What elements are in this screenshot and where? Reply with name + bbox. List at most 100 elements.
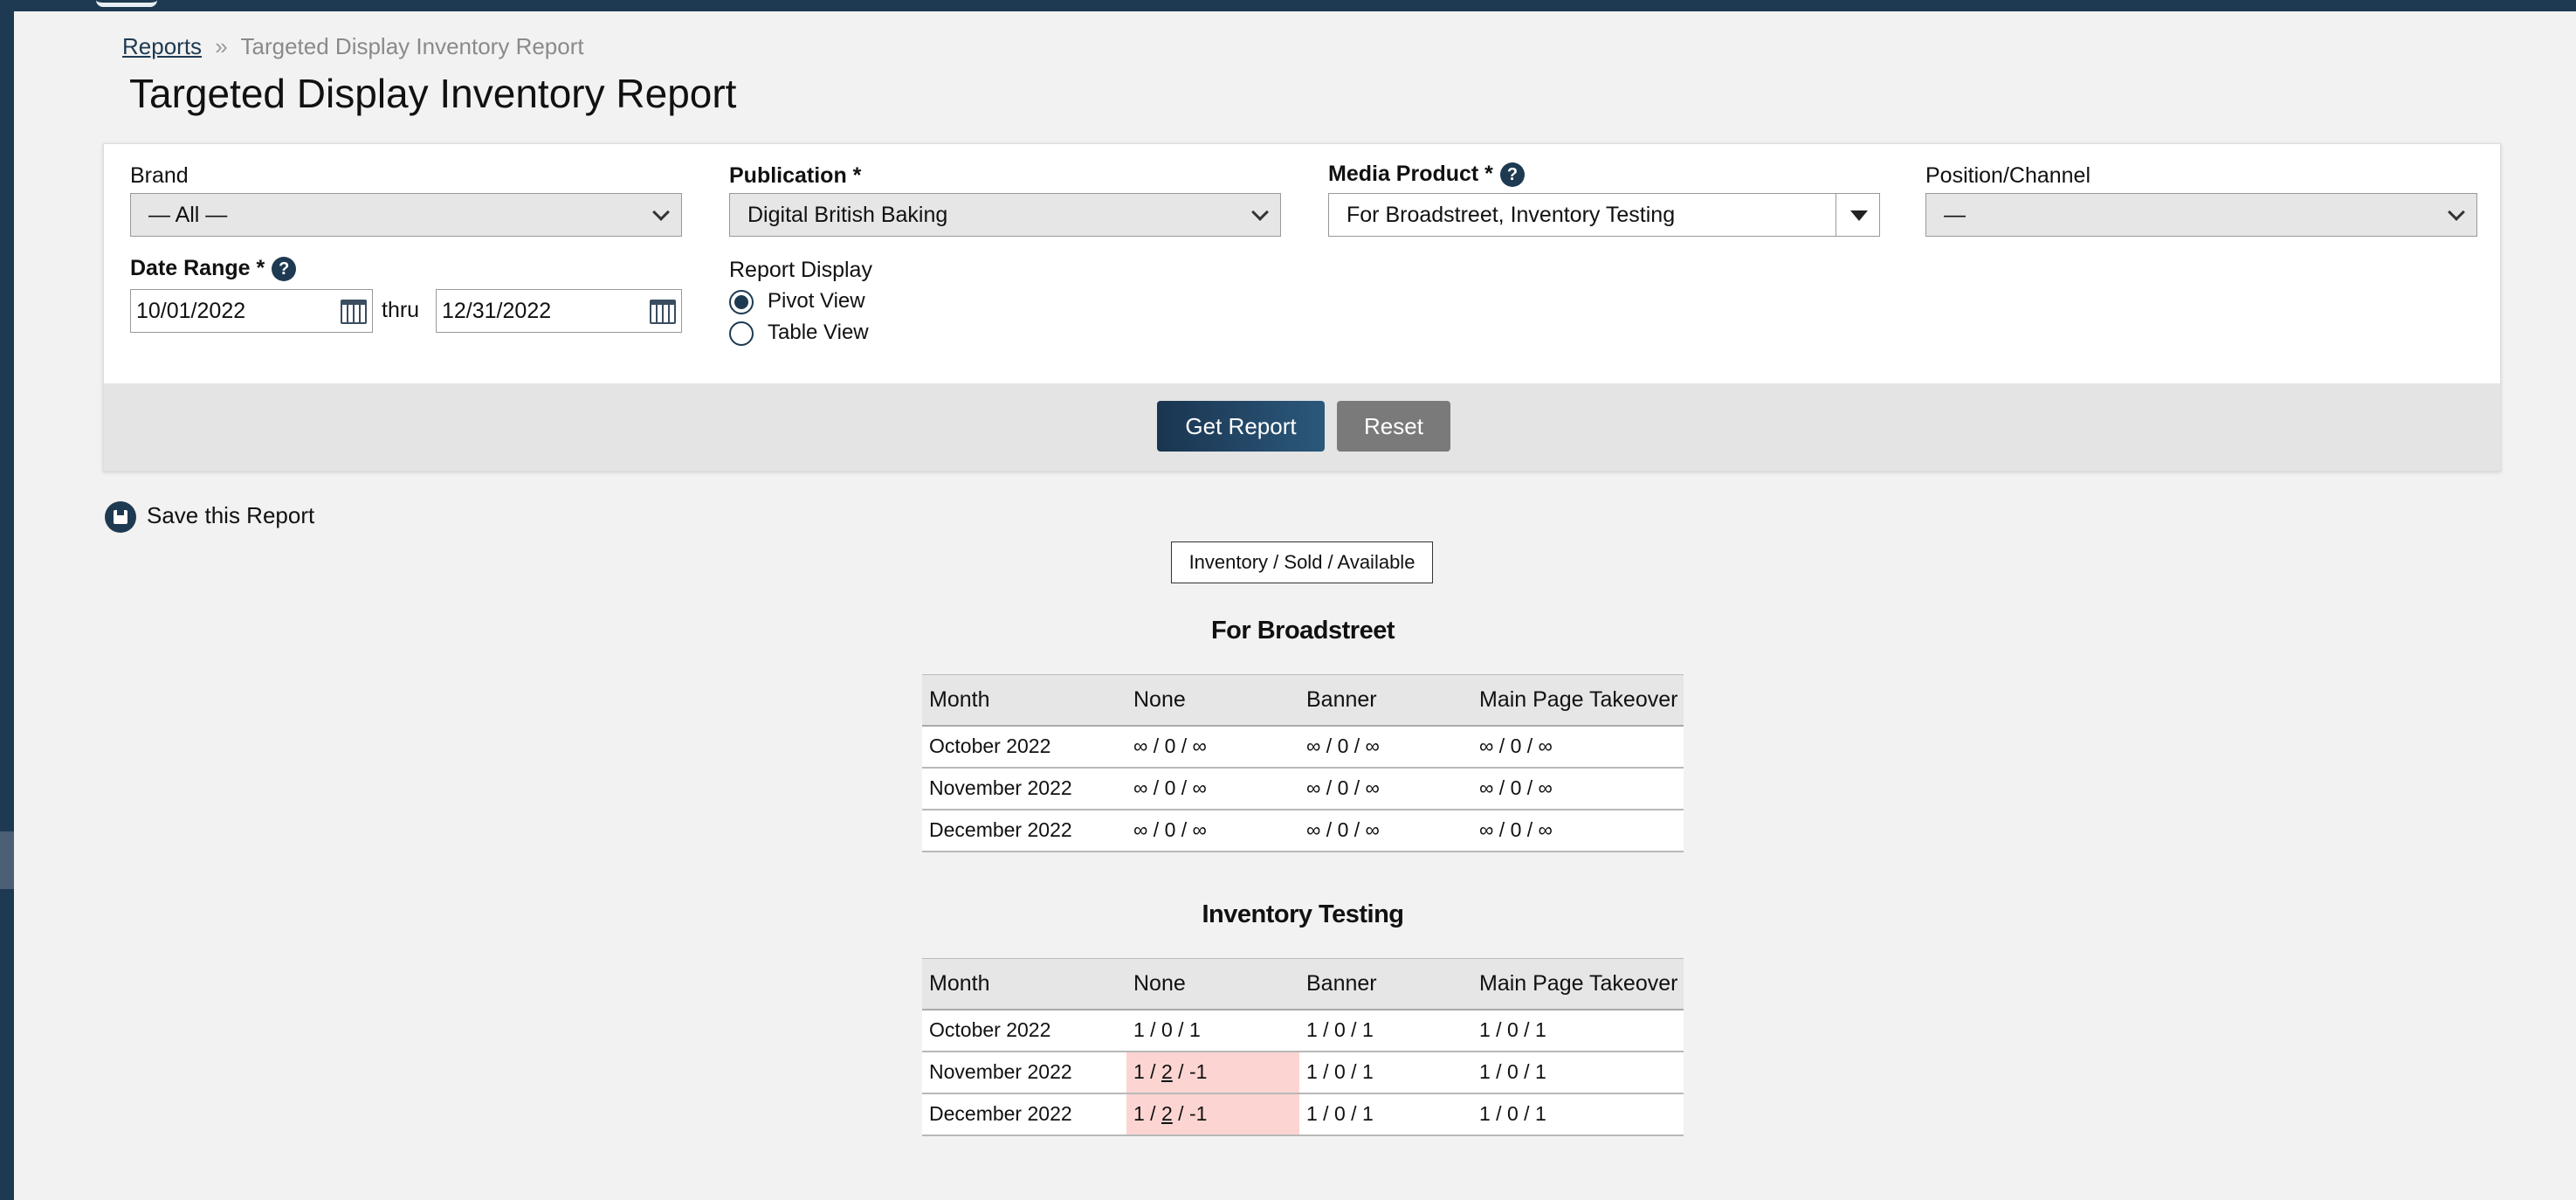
column-header: Banner xyxy=(1299,958,1472,1010)
reset-button[interactable]: Reset xyxy=(1337,401,1450,452)
inventory-cell: ∞ / 0 / ∞ xyxy=(1472,725,1684,769)
month-cell: December 2022 xyxy=(922,809,1126,852)
sold-value: 0 xyxy=(1506,1060,1519,1083)
available-value: ∞ xyxy=(1192,776,1207,799)
help-icon[interactable]: ? xyxy=(1499,162,1525,188)
table-row: November 2022 ∞ / 0 / ∞ ∞ / 0 / ∞ ∞ / 0 / ∞ xyxy=(922,767,1684,810)
breadcrumb: Reports » Targeted Display Inventory Rep… xyxy=(122,33,584,60)
inventory-value: ∞ xyxy=(1306,776,1321,799)
radio-unselected-icon[interactable] xyxy=(729,321,754,346)
end-date-input[interactable]: 12/31/2022 xyxy=(436,289,682,333)
legend-box: Inventory / Sold / Available xyxy=(1171,541,1433,583)
inventory-value: 1 xyxy=(1306,1018,1318,1041)
report-display-label: Report Display xyxy=(729,258,872,282)
column-header: Month xyxy=(922,674,1126,727)
inventory-cell: ∞ / 0 / ∞ xyxy=(1299,809,1472,852)
radio-pivot-view[interactable]: Pivot View xyxy=(729,289,865,314)
column-header: None xyxy=(1126,674,1299,727)
available-value: 1 xyxy=(1361,1060,1374,1083)
inventory-cell: 1 / 0 / 1 xyxy=(1126,1009,1299,1052)
report-title: Inventory Testing xyxy=(1202,900,1404,928)
radio-table-view[interactable]: Table View xyxy=(729,321,869,346)
calendar-icon[interactable] xyxy=(650,300,676,324)
media-product-label: Media Product *? xyxy=(1328,162,1525,188)
table-header-row: Month None Banner Main Page Takeover xyxy=(922,674,1684,727)
available-value: -1 xyxy=(1188,1102,1208,1125)
chevron-down-icon xyxy=(2448,203,2465,221)
sidebar-tab[interactable] xyxy=(0,831,14,889)
available-value: ∞ xyxy=(1365,818,1380,841)
inventory-cell: ∞ / 0 / ∞ xyxy=(1472,767,1684,810)
available-value: 1 xyxy=(1534,1102,1546,1125)
brand-select[interactable]: — All — xyxy=(130,193,682,237)
available-value: 1 xyxy=(1361,1102,1374,1125)
month-cell: December 2022 xyxy=(922,1093,1126,1136)
inventory-value: 1 xyxy=(1479,1060,1491,1083)
breadcrumb-separator: » xyxy=(215,33,228,59)
column-header: None xyxy=(1126,958,1299,1010)
sold-value: 0 xyxy=(1506,1018,1519,1041)
publication-select-value: Digital British Baking xyxy=(747,203,948,227)
available-value: ∞ xyxy=(1538,818,1553,841)
report-table: Month None Banner Main Page Takeover Oct… xyxy=(922,958,1684,1136)
inventory-value: ∞ xyxy=(1306,734,1321,757)
action-bar: Get Report Reset xyxy=(104,383,2500,471)
inventory-value: ∞ xyxy=(1133,734,1148,757)
available-value: ∞ xyxy=(1192,818,1207,841)
inventory-value: 1 xyxy=(1133,1018,1145,1041)
inventory-value: ∞ xyxy=(1479,734,1494,757)
inventory-value: 1 xyxy=(1306,1060,1318,1083)
logo xyxy=(96,0,157,7)
help-icon[interactable]: ? xyxy=(272,257,297,282)
publication-label: Publication * xyxy=(729,163,862,188)
inventory-value: 1 xyxy=(1479,1102,1491,1125)
thru-label: thru xyxy=(382,298,420,322)
get-report-button[interactable]: Get Report xyxy=(1157,401,1325,452)
inventory-cell: ∞ / 0 / ∞ xyxy=(1126,809,1299,852)
column-header: Banner xyxy=(1299,674,1472,727)
sold-value: 0 xyxy=(1333,1018,1346,1041)
inventory-cell: ∞ / 0 / ∞ xyxy=(1126,767,1299,810)
sold-value[interactable]: 2 xyxy=(1161,1060,1173,1083)
radio-table-view-label: Table View xyxy=(768,321,869,344)
dropdown-arrow-icon[interactable] xyxy=(1836,194,1879,236)
media-product-select[interactable]: For Broadstreet, Inventory Testing xyxy=(1328,193,1880,237)
calendar-icon[interactable] xyxy=(341,300,367,324)
start-date-value: 10/01/2022 xyxy=(136,299,246,323)
sold-value: 0 xyxy=(1510,776,1522,799)
inventory-value: ∞ xyxy=(1479,776,1494,799)
available-value: ∞ xyxy=(1538,734,1553,757)
sold-value: 0 xyxy=(1164,818,1176,841)
sold-value: 0 xyxy=(1337,776,1349,799)
breadcrumb-link-reports[interactable]: Reports xyxy=(122,33,202,59)
save-report-link[interactable]: Save this Report xyxy=(105,501,314,533)
column-header: Month xyxy=(922,958,1126,1010)
sold-value: 0 xyxy=(1164,776,1176,799)
sold-value: 0 xyxy=(1161,1018,1173,1041)
table-row: December 2022 1 / 2 / -1 1 / 0 / 11 / 0 / … xyxy=(922,1093,1684,1136)
table-header-row: Month None Banner Main Page Takeover xyxy=(922,958,1684,1010)
save-icon xyxy=(105,501,136,533)
radio-selected-icon[interactable] xyxy=(729,289,754,314)
sold-value: 0 xyxy=(1510,734,1522,757)
save-report-label: Save this Report xyxy=(147,501,315,528)
sold-value: 0 xyxy=(1506,1102,1519,1125)
publication-select[interactable]: Digital British Baking xyxy=(729,193,1281,237)
sold-value: 0 xyxy=(1333,1060,1346,1083)
chevron-down-icon xyxy=(652,203,670,221)
inventory-cell: ∞ / 0 / ∞ xyxy=(1299,767,1472,810)
inventory-cell: ∞ / 0 / ∞ xyxy=(1126,725,1299,769)
radio-pivot-view-label: Pivot View xyxy=(768,289,865,313)
table-row: December 2022 ∞ / 0 / ∞ ∞ / 0 / ∞ ∞ / 0 / ∞ xyxy=(922,809,1684,852)
position-channel-select[interactable]: — xyxy=(1925,193,2477,237)
sold-value[interactable]: 2 xyxy=(1161,1102,1173,1125)
inventory-cell: ∞ / 0 / ∞ xyxy=(1472,809,1684,852)
end-date-value: 12/31/2022 xyxy=(442,299,552,323)
inventory-cell: 1 / 2 / -1 xyxy=(1126,1093,1299,1136)
sold-value: 0 xyxy=(1337,818,1349,841)
start-date-input[interactable]: 10/01/2022 xyxy=(130,289,373,333)
available-value: 1 xyxy=(1188,1018,1201,1041)
sold-value: 0 xyxy=(1333,1102,1346,1125)
brand-label: Brand xyxy=(130,163,189,188)
month-cell: October 2022 xyxy=(922,725,1126,769)
